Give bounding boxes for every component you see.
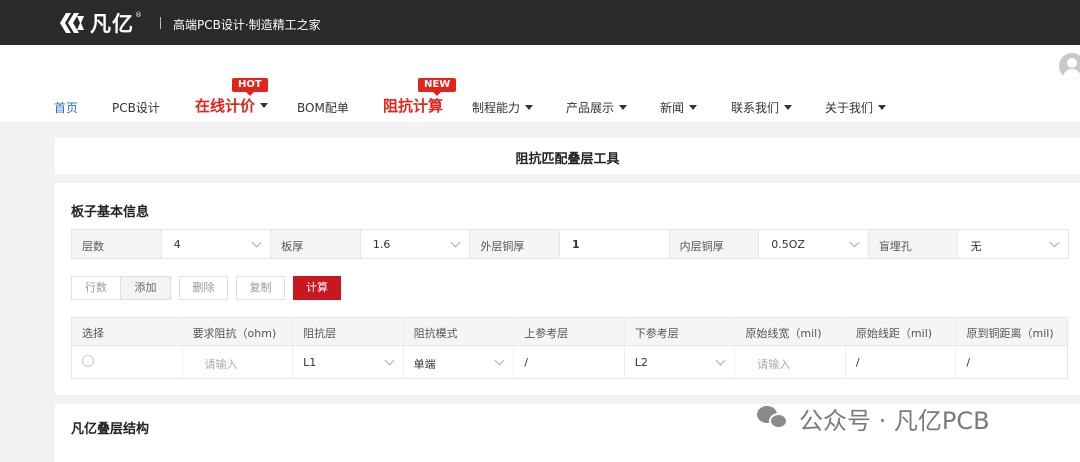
rows-button[interactable]: 行数 (71, 276, 121, 300)
wechat-icon (757, 406, 789, 430)
calculate-button[interactable]: 计算 (293, 276, 341, 300)
bottom-ref-value: L2 (634, 356, 648, 369)
page-title-card: 阻抗匹配叠层工具 (55, 138, 1080, 174)
chevron-down-icon (849, 237, 860, 248)
column-header: 阻抗层 (293, 318, 404, 345)
wechat-watermark: 公众号 · 凡亿PCB (757, 400, 990, 436)
nav-item-products[interactable]: 产品展示 (566, 99, 628, 116)
basic-info-panel: 板子基本信息 层数 4 板厚 1.6 外层铜厚 1 内层铜厚 0.5OZ 盲埋孔… (55, 183, 1080, 395)
select-cell (72, 346, 183, 378)
column-header: 下参考层 (625, 318, 736, 345)
chevron-down-icon (689, 105, 698, 110)
chevron-down-icon (384, 355, 395, 366)
nav-item-label: 首页 (54, 101, 79, 115)
inner-copper-value: 0.5OZ (771, 238, 805, 251)
add-button[interactable]: 添加 (121, 276, 171, 300)
nav-item-label: 制程能力 (472, 101, 521, 115)
row-select-radio[interactable] (82, 355, 94, 367)
line-width-input[interactable]: 请输入 (735, 346, 846, 378)
thickness-select[interactable]: 1.6 (361, 230, 471, 258)
new-badge: NEW (418, 78, 457, 96)
nav-item-about[interactable]: 关于我们 (825, 99, 887, 116)
thickness-label: 板厚 (271, 230, 361, 258)
chevron-down-icon (784, 105, 793, 110)
impedance-layer-select[interactable]: L1 (293, 346, 404, 378)
hot-badge: HOT (232, 78, 268, 96)
basic-info-title: 板子基本信息 (71, 205, 150, 220)
stackup-title: 凡亿叠层结构 (71, 422, 150, 437)
nav-item-label: PCB设计 (112, 101, 160, 115)
nav-item-bom[interactable]: BOM配单 (297, 99, 349, 116)
outer-copper-value: 1 (572, 238, 580, 251)
inner-copper-label: 内层铜厚 (669, 230, 760, 258)
column-header: 选择 (72, 318, 183, 345)
nav-item-label: BOM配单 (297, 101, 349, 115)
layers-select[interactable]: 4 (162, 230, 272, 258)
nav-item-news[interactable]: 新闻 (660, 99, 698, 116)
chevron-down-icon (494, 355, 505, 366)
column-header: 阻抗模式 (404, 318, 515, 345)
copy-button[interactable]: 复制 (236, 276, 285, 300)
table-header: 选择 要求阻抗（ohm) 阻抗层 阻抗模式 上参考层 下参考层 原始线宽（mil… (72, 318, 1067, 346)
brand-name: 凡亿 (90, 12, 134, 36)
nav-item-label: 产品展示 (566, 101, 615, 115)
delete-button[interactable]: 删除 (179, 276, 228, 300)
nav-item-process-capability[interactable]: 制程能力 (472, 99, 534, 116)
nav-item-label: 阻抗计算 (383, 97, 444, 115)
page-title: 阻抗匹配叠层工具 (515, 152, 620, 167)
outer-copper-label: 外层铜厚 (470, 230, 561, 258)
chevron-down-icon (525, 105, 534, 110)
chevron-down-icon (450, 237, 461, 248)
chevron-down-icon (619, 105, 628, 110)
chevron-down-icon (251, 237, 262, 248)
table-row: 请输入 L1 单端 / L2 请输入 / / (72, 346, 1067, 378)
user-avatar-icon[interactable] (1059, 53, 1080, 79)
impedance-input[interactable]: 请输入 (183, 346, 294, 378)
layers-value: 4 (173, 238, 181, 251)
outer-copper-input[interactable]: 1 (560, 230, 670, 258)
nav-item-label: 新闻 (660, 101, 685, 115)
chevron-down-icon (715, 355, 726, 366)
chevron-down-icon (260, 103, 269, 108)
impedance-layer-value: L1 (303, 356, 317, 369)
bottom-ref-select[interactable]: L2 (625, 346, 736, 378)
layers-label: 层数 (72, 230, 162, 258)
top-ref-cell[interactable]: / (514, 346, 625, 378)
logo-mark-icon (60, 13, 84, 33)
nav-item-pcb-design[interactable]: PCB设计 (112, 99, 160, 116)
main-nav: 首页 PCB设计 HOT 在线计价 BOM配单 NEW 阻抗计算 制程能力 产品… (0, 45, 1080, 122)
header-slogan: 高端PCB设计·制造精工之家 (173, 18, 321, 32)
nav-item-label: 关于我们 (825, 101, 874, 115)
nav-item-impedance-calc[interactable]: 阻抗计算 (383, 95, 443, 116)
blind-via-label: 盲埋孔 (868, 230, 959, 258)
impedance-mode-value: 单端 (413, 358, 436, 371)
chevron-down-icon (1049, 237, 1060, 248)
blind-via-value: 无 (970, 240, 982, 253)
nav-item-contact[interactable]: 联系我们 (731, 99, 793, 116)
chevron-down-icon (878, 105, 887, 110)
blind-via-select[interactable]: 无 (958, 230, 1068, 258)
column-header: 原到铜距离（mil) (966, 327, 1054, 340)
table-toolbar: 行数 添加 删除 复制 计算 (71, 276, 341, 300)
thickness-value: 1.6 (372, 238, 391, 251)
nav-item-online-quote[interactable]: 在线计价 (195, 95, 269, 116)
nav-item-label: 联系我们 (731, 101, 780, 115)
impedance-mode-select[interactable]: 单端 (404, 346, 515, 378)
watermark-text: 公众号 · 凡亿PCB (799, 406, 990, 435)
header-divider (160, 17, 161, 29)
copper-distance-cell[interactable]: / (956, 346, 1067, 378)
registered-mark: ® (135, 11, 142, 19)
brand-logo[interactable]: 凡亿 ® (58, 9, 142, 37)
top-bar: 凡亿 ® 高端PCB设计·制造精工之家 (0, 0, 1080, 45)
column-header: 上参考层 (514, 318, 625, 345)
nav-item-home[interactable]: 首页 (54, 99, 78, 116)
column-header: 要求阻抗（ohm) (183, 318, 294, 345)
nav-item-label: 在线计价 (195, 97, 256, 115)
impedance-table: 选择 要求阻抗（ohm) 阻抗层 阻抗模式 上参考层 下参考层 原始线宽（mil… (71, 317, 1068, 379)
column-header: 原始线宽（mil) (735, 318, 846, 345)
inner-copper-select[interactable]: 0.5OZ (759, 230, 869, 258)
column-header: 原始线距（mil) (846, 318, 957, 345)
line-spacing-cell[interactable]: / (846, 346, 957, 378)
board-info-fields: 层数 4 板厚 1.6 外层铜厚 1 内层铜厚 0.5OZ 盲埋孔 无 (71, 229, 1069, 259)
